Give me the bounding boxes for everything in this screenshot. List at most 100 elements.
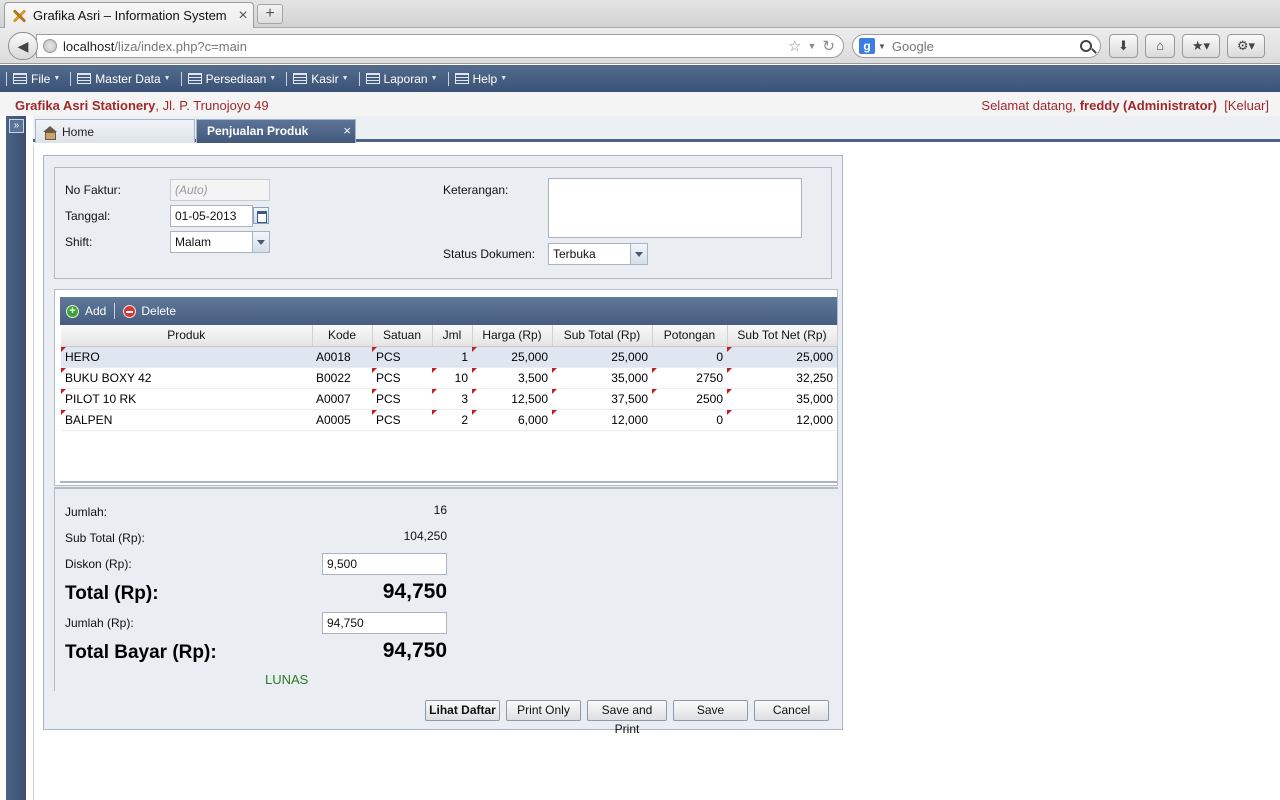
cell-produk[interactable]: BALPEN <box>61 409 312 431</box>
cell-kode[interactable]: B0022 <box>312 367 372 389</box>
lihat-daftar-button[interactable]: Lihat Daftar <box>425 700 500 721</box>
cell-jml[interactable]: 10 <box>432 367 472 389</box>
cell-produk[interactable]: BUKU BOXY 42 <box>61 367 312 389</box>
search-bar[interactable]: g ▼ <box>852 34 1101 58</box>
cell-harga[interactable]: 12,500 <box>472 388 552 410</box>
menu-master-data[interactable]: Master Data ▼ <box>77 72 171 86</box>
close-icon[interactable]: × <box>343 120 351 142</box>
browser-navbar: localhost/liza/index.php?c=main ☆ ▼ ↻ ◀ … <box>0 28 1280 64</box>
browser-tab[interactable]: Grafika Asri – Information System × <box>4 2 254 28</box>
home-icon[interactable]: ⌂ <box>1145 34 1175 58</box>
tools-icon[interactable]: ⚙▾ <box>1227 34 1265 58</box>
cell-potongan[interactable]: 0 <box>652 346 727 368</box>
keterangan-textarea[interactable] <box>548 178 802 238</box>
expand-sidebar-icon[interactable]: » <box>9 119 24 133</box>
cell-potongan[interactable]: 0 <box>652 409 727 431</box>
cell-net[interactable]: 32,250 <box>727 367 837 389</box>
save-and-print-button[interactable]: Save and Print <box>587 700 667 736</box>
cell-subtotal[interactable]: 12,000 <box>552 409 652 431</box>
status-dokumen-label: Status Dokumen: <box>443 247 536 261</box>
column-header[interactable]: Potongan <box>652 325 728 347</box>
cell-subtotal[interactable]: 25,000 <box>552 346 652 368</box>
cell-kode[interactable]: A0018 <box>312 346 372 368</box>
table-row[interactable]: BUKU BOXY 42 B0022 PCS 10 3,500 35,000 2… <box>61 367 837 389</box>
column-header[interactable]: Harga (Rp) <box>472 325 553 347</box>
table-row[interactable]: PILOT 10 RK A0007 PCS 3 12,500 37,500 25… <box>61 388 837 410</box>
delete-icon[interactable] <box>123 304 137 318</box>
cell-kode[interactable]: A0005 <box>312 409 372 431</box>
address-bar[interactable]: localhost/liza/index.php?c=main ☆ ▼ ↻ <box>36 34 844 58</box>
cell-subtotal[interactable]: 35,000 <box>552 367 652 389</box>
status-dokumen-value: Terbuka <box>553 247 596 261</box>
close-tab-icon[interactable]: × <box>233 7 253 25</box>
new-tab-button[interactable]: + <box>257 4 283 24</box>
browser-tab-strip: Grafika Asri – Information System × + <box>0 0 1280 28</box>
cell-potongan[interactable]: 2500 <box>652 388 727 410</box>
cell-satuan[interactable]: PCS <box>372 367 432 389</box>
cell-net[interactable]: 12,000 <box>727 409 837 431</box>
column-header[interactable]: Sub Total (Rp) <box>552 325 653 347</box>
cell-harga[interactable]: 6,000 <box>472 409 552 431</box>
search-engine-dropdown-icon[interactable]: ▼ <box>878 42 886 51</box>
cell-jml[interactable]: 2 <box>432 409 472 431</box>
chevron-down-icon[interactable] <box>252 232 269 252</box>
cell-produk[interactable]: HERO <box>61 346 312 368</box>
welcome-text: Selamat datang, freddy (Administrator) [… <box>981 98 1269 113</box>
cell-net[interactable]: 25,000 <box>727 346 837 368</box>
download-icon[interactable]: ⬇ <box>1109 34 1138 58</box>
cell-potongan[interactable]: 2750 <box>652 367 727 389</box>
delete-button[interactable]: Delete <box>141 304 176 318</box>
menu-persediaan[interactable]: Persediaan ▼ <box>187 72 276 86</box>
search-input[interactable] <box>891 38 1080 54</box>
back-button[interactable]: ◀ <box>8 32 38 60</box>
bookmark-star-icon[interactable]: ☆ <box>788 37 801 55</box>
history-dropdown-icon[interactable]: ▼ <box>808 41 817 51</box>
reload-icon[interactable]: ↻ <box>822 37 835 55</box>
diskon-field[interactable]: 9,500 <box>322 553 447 575</box>
column-header[interactable]: Satuan <box>372 325 433 347</box>
menu-separator <box>6 71 7 86</box>
company-address: , Jl. P. Trunojoyo 49 <box>155 98 269 113</box>
cell-harga[interactable]: 3,500 <box>472 367 552 389</box>
cell-satuan[interactable]: PCS <box>372 346 432 368</box>
column-header[interactable]: Kode <box>312 325 373 347</box>
company-info: Grafika Asri Stationery, Jl. P. Trunojoy… <box>15 98 269 113</box>
cell-kode[interactable]: A0007 <box>312 388 372 410</box>
cell-satuan[interactable]: PCS <box>372 409 432 431</box>
grid-icon <box>293 73 308 84</box>
search-icon[interactable] <box>1080 40 1092 52</box>
menu-help[interactable]: Help ▼ <box>454 72 507 86</box>
menu-laporan[interactable]: Laporan ▼ <box>365 72 438 86</box>
google-icon[interactable]: g <box>859 38 875 54</box>
calendar-icon[interactable] <box>253 207 269 224</box>
cell-harga[interactable]: 25,000 <box>472 346 552 368</box>
cell-produk[interactable]: PILOT 10 RK <box>61 388 312 410</box>
menu-file[interactable]: File ▼ <box>13 72 60 86</box>
table-row[interactable]: HERO A0018 PCS 1 25,000 25,000 0 25,000 <box>61 346 837 368</box>
tanggal-field[interactable]: 01-05-2013 <box>170 205 253 227</box>
tab-penjualan-produk[interactable]: Penjualan Produk × <box>196 119 356 143</box>
tanggal-label: Tanggal: <box>65 209 111 223</box>
logout-link[interactable]: [Keluar] <box>1224 98 1269 113</box>
print-only-button[interactable]: Print Only <box>506 700 581 721</box>
cell-jml[interactable]: 1 <box>432 346 472 368</box>
cell-satuan[interactable]: PCS <box>372 388 432 410</box>
menu-kasir[interactable]: Kasir ▼ <box>293 72 349 86</box>
cell-subtotal[interactable]: 37,500 <box>552 388 652 410</box>
save-button[interactable]: Save <box>673 700 748 721</box>
chevron-down-icon[interactable] <box>630 244 647 264</box>
column-header[interactable]: Produk <box>61 325 313 347</box>
jumlah-rp-field[interactable]: 94,750 <box>322 612 447 634</box>
column-header[interactable]: Sub Tot Net (Rp) <box>727 325 838 347</box>
url-text[interactable]: localhost/liza/index.php?c=main <box>63 39 782 54</box>
cell-net[interactable]: 35,000 <box>727 388 837 410</box>
add-icon[interactable]: + <box>66 304 79 318</box>
column-header[interactable]: Jml <box>432 325 473 347</box>
cell-jml[interactable]: 3 <box>432 388 472 410</box>
table-row[interactable]: BALPEN A0005 PCS 2 6,000 12,000 0 12,000 <box>61 409 837 431</box>
tab-home[interactable]: Home <box>35 119 195 143</box>
grid-bottom-border <box>60 481 837 483</box>
cancel-button[interactable]: Cancel <box>754 700 829 721</box>
bookmarks-menu-icon[interactable]: ★▾ <box>1182 34 1220 58</box>
add-button[interactable]: Add <box>85 304 106 318</box>
